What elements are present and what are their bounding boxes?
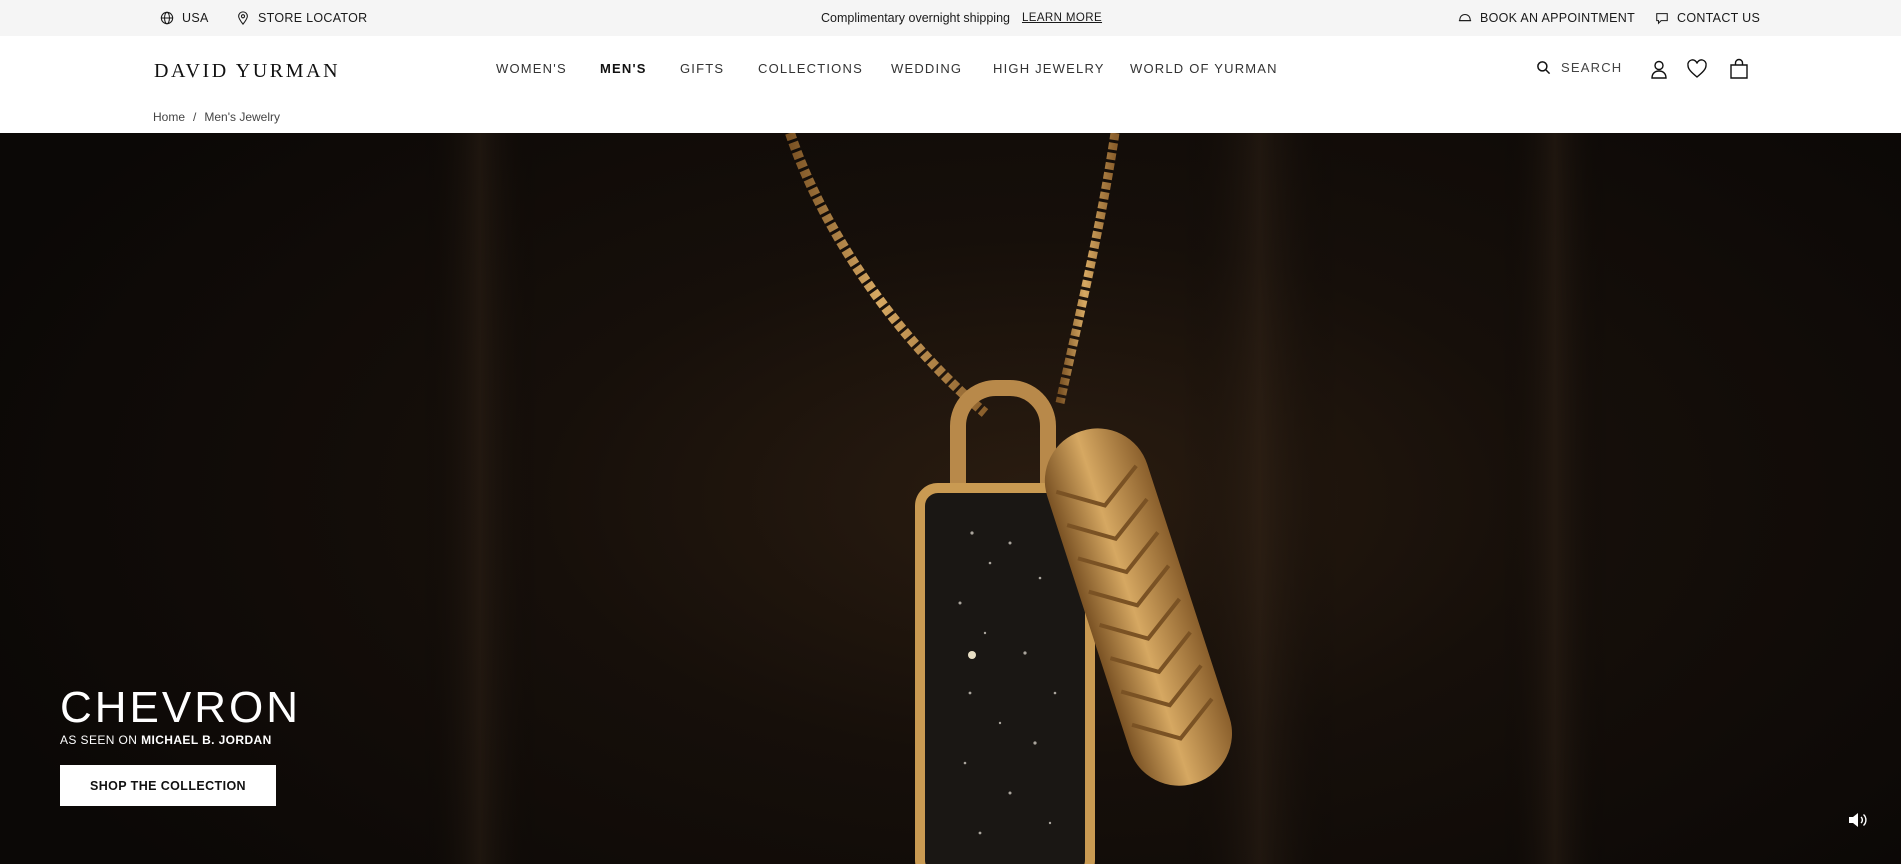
book-appointment-label: BOOK AN APPOINTMENT: [1480, 11, 1636, 25]
search-label: SEARCH: [1561, 60, 1623, 75]
location-pin-icon: [238, 11, 248, 25]
globe-icon: [160, 11, 174, 25]
nav-high-jewelry[interactable]: HIGH JEWELRY: [993, 61, 1105, 76]
promo-text: Complimentary overnight shipping: [821, 11, 1010, 25]
shopping-bag-icon[interactable]: [1728, 58, 1750, 80]
breadcrumb-home[interactable]: Home: [153, 110, 185, 124]
shipping-promo: Complimentary overnight shipping LEARN M…: [821, 0, 1102, 36]
speaker-icon[interactable]: [1846, 809, 1868, 831]
hero-banner: CHEVRON AS SEEN ON MICHAEL B. JORDAN SHO…: [0, 133, 1901, 864]
heart-icon[interactable]: [1686, 58, 1708, 80]
main-header: DAVID YURMAN WOMEN'S MEN'S GIFTS COLLECT…: [0, 36, 1901, 100]
utility-bar: USA STORE LOCATOR Complimentary overnigh…: [0, 0, 1901, 36]
search-button[interactable]: SEARCH: [1536, 60, 1622, 75]
logo[interactable]: DAVID YURMAN: [154, 61, 390, 79]
nav-wedding[interactable]: WEDDING: [891, 61, 962, 76]
nav-gifts[interactable]: GIFTS: [680, 61, 724, 76]
nav-mens[interactable]: MEN'S: [600, 61, 647, 76]
learn-more-link[interactable]: LEARN MORE: [1022, 12, 1102, 24]
hero-subtitle: AS SEEN ON MICHAEL B. JORDAN: [60, 733, 272, 747]
breadcrumb-separator: /: [193, 110, 197, 124]
contact-us-link[interactable]: CONTACT US: [1655, 0, 1760, 36]
hero-title: CHEVRON: [60, 683, 302, 732]
search-icon: [1537, 61, 1551, 75]
logo-wordmark: DAVID YURMAN: [154, 61, 340, 79]
chat-icon: [1656, 13, 1668, 25]
nav-womens[interactable]: WOMEN'S: [496, 61, 567, 76]
store-locator-link[interactable]: STORE LOCATOR: [236, 0, 367, 36]
contact-us-label: CONTACT US: [1677, 11, 1761, 25]
breadcrumb-current: Men's Jewelry: [204, 110, 281, 124]
logo-text: DAVID YURMAN: [154, 61, 340, 79]
hero-subtitle-name: MICHAEL B. JORDAN: [141, 733, 272, 747]
store-locator-label: STORE LOCATOR: [258, 11, 368, 25]
cap-icon: [1458, 13, 1472, 22]
hero-product-image: [420, 133, 1610, 864]
country-selector[interactable]: USA: [160, 0, 209, 36]
book-appointment-link[interactable]: BOOK AN APPOINTMENT: [1458, 0, 1635, 36]
nav-world-of-yurman[interactable]: WORLD OF YURMAN: [1130, 61, 1278, 76]
breadcrumb: Home / Men's Jewelry: [153, 110, 280, 124]
shop-the-collection-button[interactable]: SHOP THE COLLECTION: [60, 765, 276, 806]
hero-subtitle-prefix: AS SEEN ON: [60, 733, 142, 747]
country-label: USA: [182, 11, 209, 25]
user-icon[interactable]: [1648, 58, 1670, 80]
nav-collections[interactable]: COLLECTIONS: [758, 61, 863, 76]
